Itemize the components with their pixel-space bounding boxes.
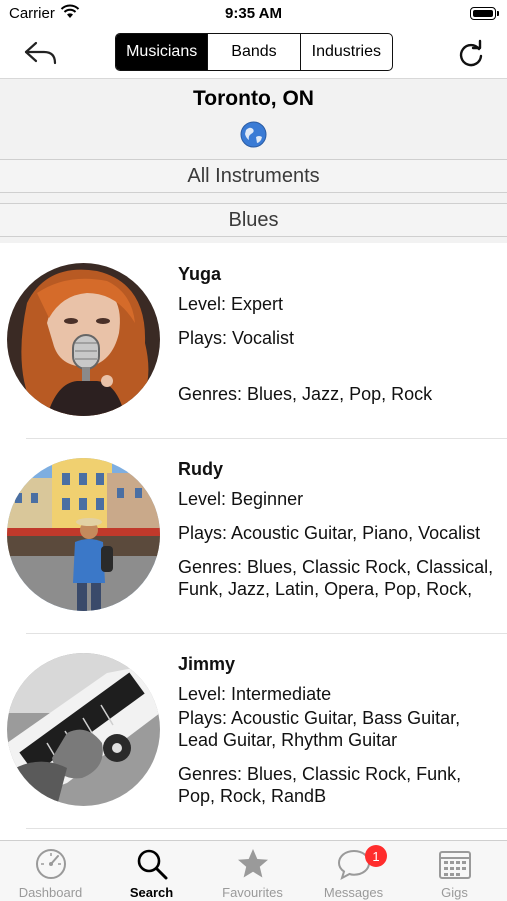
calendar-icon (438, 851, 471, 879)
avatar (7, 263, 160, 416)
segment-bands[interactable]: Bands (207, 34, 299, 70)
row-divider (26, 828, 507, 829)
musician-card[interactable]: Yuga Level: Expert Plays: Vocalist Genre… (0, 244, 507, 439)
musician-genres: Genres: Blues, Classic Rock, Classical, … (178, 557, 494, 599)
instrument-filter[interactable]: All Instruments (0, 159, 507, 193)
tab-label: Messages (323, 885, 384, 900)
tab-search[interactable]: Search (101, 841, 202, 901)
search-icon (137, 849, 167, 880)
city-title: Toronto, ON (193, 87, 314, 110)
status-time: 9:35 AM (225, 5, 282, 22)
tab-label: Search (129, 885, 174, 900)
tab-bar: Dashboard Search Favourites 1 Messages G… (0, 840, 507, 901)
battery-icon (470, 7, 499, 20)
musician-level: Level: Beginner (178, 489, 304, 509)
tab-label: Gigs (441, 885, 468, 900)
unread-badge: 1 (365, 845, 387, 867)
musician-info: Jimmy Level: Intermediate Plays: Acousti… (178, 654, 500, 807)
tab-label: Favourites (222, 885, 283, 900)
musician-level: Level: Expert (178, 294, 284, 314)
musician-card[interactable]: Rudy Level: Beginner Plays: Acoustic Gui… (0, 439, 507, 634)
location-header: Toronto, ON All Instruments Blues (0, 79, 507, 243)
tab-messages[interactable]: 1 Messages (303, 841, 404, 901)
speedometer-icon (35, 849, 66, 879)
musician-instruments: Plays: Acoustic Guitar, Bass Guitar, Lea… (178, 708, 461, 750)
musician-instruments: Plays: Acoustic Guitar, Piano, Vocalist (178, 523, 481, 543)
segment-musicians[interactable]: Musicians (116, 34, 208, 70)
tab-dashboard[interactable]: Dashboard (0, 841, 101, 901)
musician-name: Rudy (178, 459, 223, 479)
globe-icon[interactable] (240, 121, 267, 148)
musician-info: Yuga Level: Expert Plays: Vocalist Genre… (178, 264, 500, 405)
musician-level: Level: Intermediate (178, 684, 332, 704)
status-bar: Carrier 9:35 AM (0, 0, 507, 28)
avatar (7, 653, 160, 806)
navigation-bar: Musicians Bands Industries (0, 28, 507, 79)
category-segmented-control: Musicians Bands Industries (115, 33, 393, 71)
musician-name: Yuga (178, 264, 222, 284)
musician-instruments: Plays: Vocalist (178, 328, 295, 348)
genre-filter[interactable]: Blues (0, 203, 507, 237)
musician-card[interactable]: Jimmy Level: Intermediate Plays: Acousti… (0, 634, 507, 829)
star-icon (237, 849, 268, 878)
avatar (7, 458, 160, 611)
tab-gigs[interactable]: Gigs (404, 841, 505, 901)
musician-info: Rudy Level: Beginner Plays: Acoustic Gui… (178, 459, 500, 600)
musician-genres: Genres: Blues, Jazz, Pop, Rock (178, 384, 433, 404)
musician-genres: Genres: Blues, Classic Rock, Funk, Pop, … (178, 764, 462, 806)
tab-favourites[interactable]: Favourites (202, 841, 303, 901)
musician-list[interactable]: Yuga Level: Expert Plays: Vocalist Genre… (0, 244, 507, 840)
refresh-icon[interactable] (454, 38, 488, 72)
segment-industries[interactable]: Industries (299, 34, 392, 70)
back-arrow-icon[interactable] (22, 38, 62, 68)
musician-name: Jimmy (178, 654, 236, 674)
tab-label: Dashboard (18, 885, 83, 900)
